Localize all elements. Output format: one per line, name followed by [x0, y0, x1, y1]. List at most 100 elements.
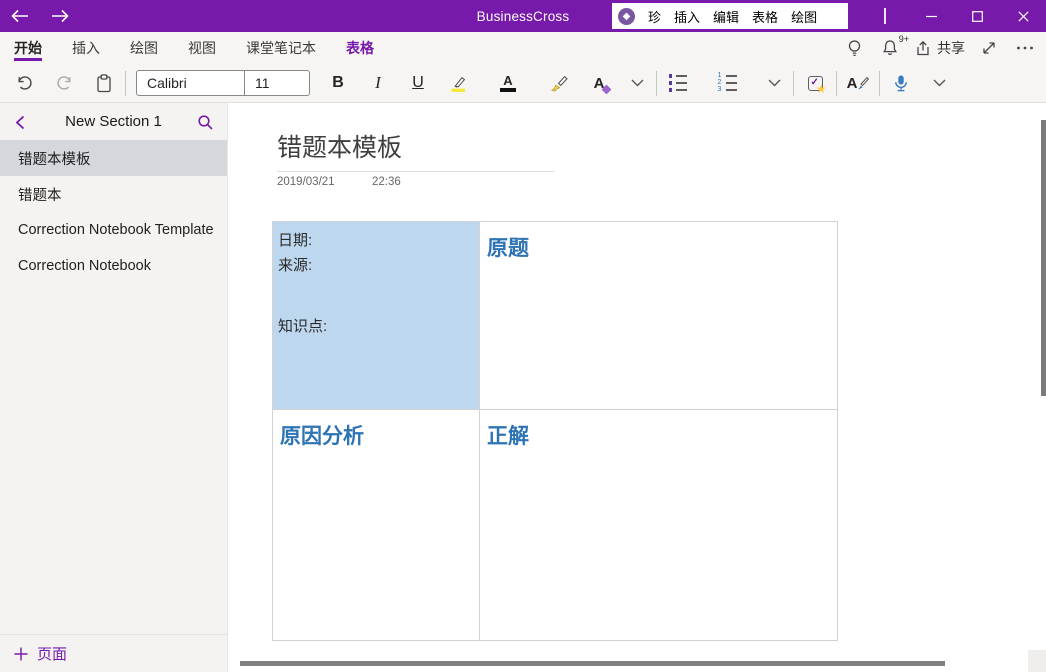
- titlebar: BusinessCross ◆ 珍 插入 编辑 表格 绘图: [0, 0, 1046, 32]
- paragraph-options-chevron[interactable]: [756, 64, 792, 102]
- home-toolbar: Calibri 11 B I U A A: [0, 64, 1046, 103]
- arrow-right-icon: [51, 9, 69, 23]
- ime-item-draw[interactable]: 绘图: [791, 7, 817, 26]
- ribbon-tab-bar: 开始 插入 绘图 视图 课堂笔记本 表格 9+ 共享: [0, 32, 1046, 64]
- dictate-options-chevron[interactable]: [921, 64, 957, 102]
- ime-item-insert[interactable]: 插入: [674, 7, 700, 26]
- analysis-heading: 原因分析: [280, 425, 364, 448]
- arrow-left-icon: [11, 9, 29, 23]
- nav-back-button[interactable]: [0, 0, 40, 32]
- minimize-icon: [926, 11, 937, 22]
- table-cell-answer[interactable]: 正解: [479, 410, 837, 640]
- toolbar-divider: [125, 71, 126, 96]
- font-size-select[interactable]: 11: [245, 71, 309, 95]
- table-cell-analysis[interactable]: 原因分析: [273, 410, 479, 640]
- lightbulb-icon: [846, 39, 863, 58]
- vertical-scrollbar-thumb[interactable]: [1041, 120, 1046, 396]
- tab-insert[interactable]: 插入: [72, 32, 100, 64]
- chevron-down-icon: [933, 79, 946, 87]
- tags-button[interactable]: ✓ ★: [795, 64, 835, 102]
- share-label: 共享: [937, 38, 965, 58]
- nav-forward-button[interactable]: [40, 0, 80, 32]
- pages-sidebar: New Section 1 错题本模板 错题本 Correction Noteb…: [0, 103, 228, 672]
- paste-button[interactable]: [84, 64, 124, 102]
- toolbar-divider: [656, 71, 657, 96]
- page-item-template[interactable]: 错题本模板: [0, 140, 227, 176]
- toolbar-divider: [836, 71, 837, 96]
- minimize-button[interactable]: [908, 0, 954, 32]
- window-controls: [908, 0, 1046, 32]
- fullscreen-button[interactable]: [974, 33, 1004, 63]
- bold-button[interactable]: B: [318, 64, 358, 102]
- styles-brush-icon: [855, 76, 869, 90]
- highlight-button[interactable]: [438, 64, 478, 102]
- add-page-button[interactable]: 页面: [0, 634, 227, 672]
- plus-icon: [14, 647, 28, 661]
- date-label: 日期:: [278, 228, 479, 253]
- ime-toolbar: ◆ 珍 插入 编辑 表格 绘图: [612, 3, 848, 29]
- page-canvas[interactable]: 错题本模板 2019/03/21 22:36 日期: 来源: 知识点: 原题 原…: [228, 103, 1046, 672]
- tell-me-button[interactable]: [839, 33, 869, 63]
- source-label: 来源:: [278, 253, 479, 278]
- font-combo: Calibri 11: [136, 70, 310, 96]
- format-painter-icon: [550, 74, 569, 92]
- ime-item-edit[interactable]: 编辑: [713, 7, 739, 26]
- title-rule: [277, 171, 554, 172]
- tab-draw[interactable]: 绘图: [130, 32, 158, 64]
- table-cell-info[interactable]: 日期: 来源: 知识点:: [273, 222, 479, 410]
- page-item-notebook-cn[interactable]: 错题本: [0, 176, 227, 212]
- tab-view[interactable]: 视图: [188, 32, 216, 64]
- page-item-template-en[interactable]: Correction Notebook Template: [0, 212, 227, 248]
- scrollbar-corner: [1028, 650, 1046, 672]
- notifications-button[interactable]: 9+: [875, 33, 905, 63]
- redo-icon: [56, 75, 73, 91]
- dictate-button[interactable]: [881, 64, 921, 102]
- page-title[interactable]: 错题本模板: [277, 128, 402, 164]
- clear-formatting-button[interactable]: A: [579, 64, 619, 102]
- italic-button[interactable]: I: [358, 64, 398, 102]
- format-painter-button[interactable]: [539, 64, 579, 102]
- styles-button[interactable]: A: [838, 64, 878, 102]
- underline-button[interactable]: U: [398, 64, 438, 102]
- tab-class-notebook[interactable]: 课堂笔记本: [246, 32, 316, 64]
- font-color-icon: A: [500, 74, 516, 93]
- knowledge-label: 知识点:: [278, 314, 479, 339]
- bullet-list-icon: [669, 74, 688, 92]
- tab-table-contextual[interactable]: 表格: [346, 32, 374, 64]
- microphone-icon: [892, 74, 910, 93]
- toolbar-divider: [879, 71, 880, 96]
- ellipsis-icon: [1016, 45, 1034, 51]
- close-button[interactable]: [1000, 0, 1046, 32]
- bullet-list-button[interactable]: [658, 64, 698, 102]
- numbered-list-button[interactable]: 1 2 3: [707, 64, 747, 102]
- numbered-list-icon: 1 2 3: [718, 74, 737, 92]
- toolbar-divider: [793, 71, 794, 96]
- share-icon: [914, 40, 932, 57]
- tag-checkbox-icon: ✓ ★: [808, 76, 823, 91]
- more-options-button[interactable]: [1010, 33, 1040, 63]
- table-cell-original[interactable]: 原题: [479, 222, 837, 410]
- font-color-button[interactable]: A: [488, 64, 528, 102]
- notification-badge: 9+: [899, 34, 909, 44]
- maximize-button[interactable]: [954, 0, 1000, 32]
- font-options-chevron[interactable]: [619, 64, 655, 102]
- back-to-sections-button[interactable]: [8, 111, 32, 133]
- tab-home[interactable]: 开始: [14, 32, 42, 64]
- page-list: 错题本模板 错题本 Correction Notebook Template C…: [0, 140, 227, 634]
- chevron-down-icon: [768, 79, 781, 87]
- redo-button[interactable]: [44, 64, 84, 102]
- ime-item-table[interactable]: 表格: [752, 7, 778, 26]
- font-name-select[interactable]: Calibri: [137, 71, 245, 95]
- ime-item-zhen[interactable]: 珍: [648, 7, 661, 26]
- close-icon: [1018, 11, 1029, 22]
- chevron-left-icon: [15, 115, 25, 130]
- page-item-notebook-en[interactable]: Correction Notebook: [0, 248, 227, 284]
- highlighter-icon: [449, 74, 468, 93]
- undo-button[interactable]: [4, 64, 44, 102]
- horizontal-scrollbar-thumb[interactable]: [240, 661, 945, 666]
- search-button[interactable]: [193, 111, 217, 133]
- resize-diagonal-icon: [981, 40, 997, 56]
- page-date: 2019/03/21: [277, 176, 335, 188]
- eraser-diamond-icon: [602, 85, 612, 95]
- share-button[interactable]: 共享: [911, 33, 968, 63]
